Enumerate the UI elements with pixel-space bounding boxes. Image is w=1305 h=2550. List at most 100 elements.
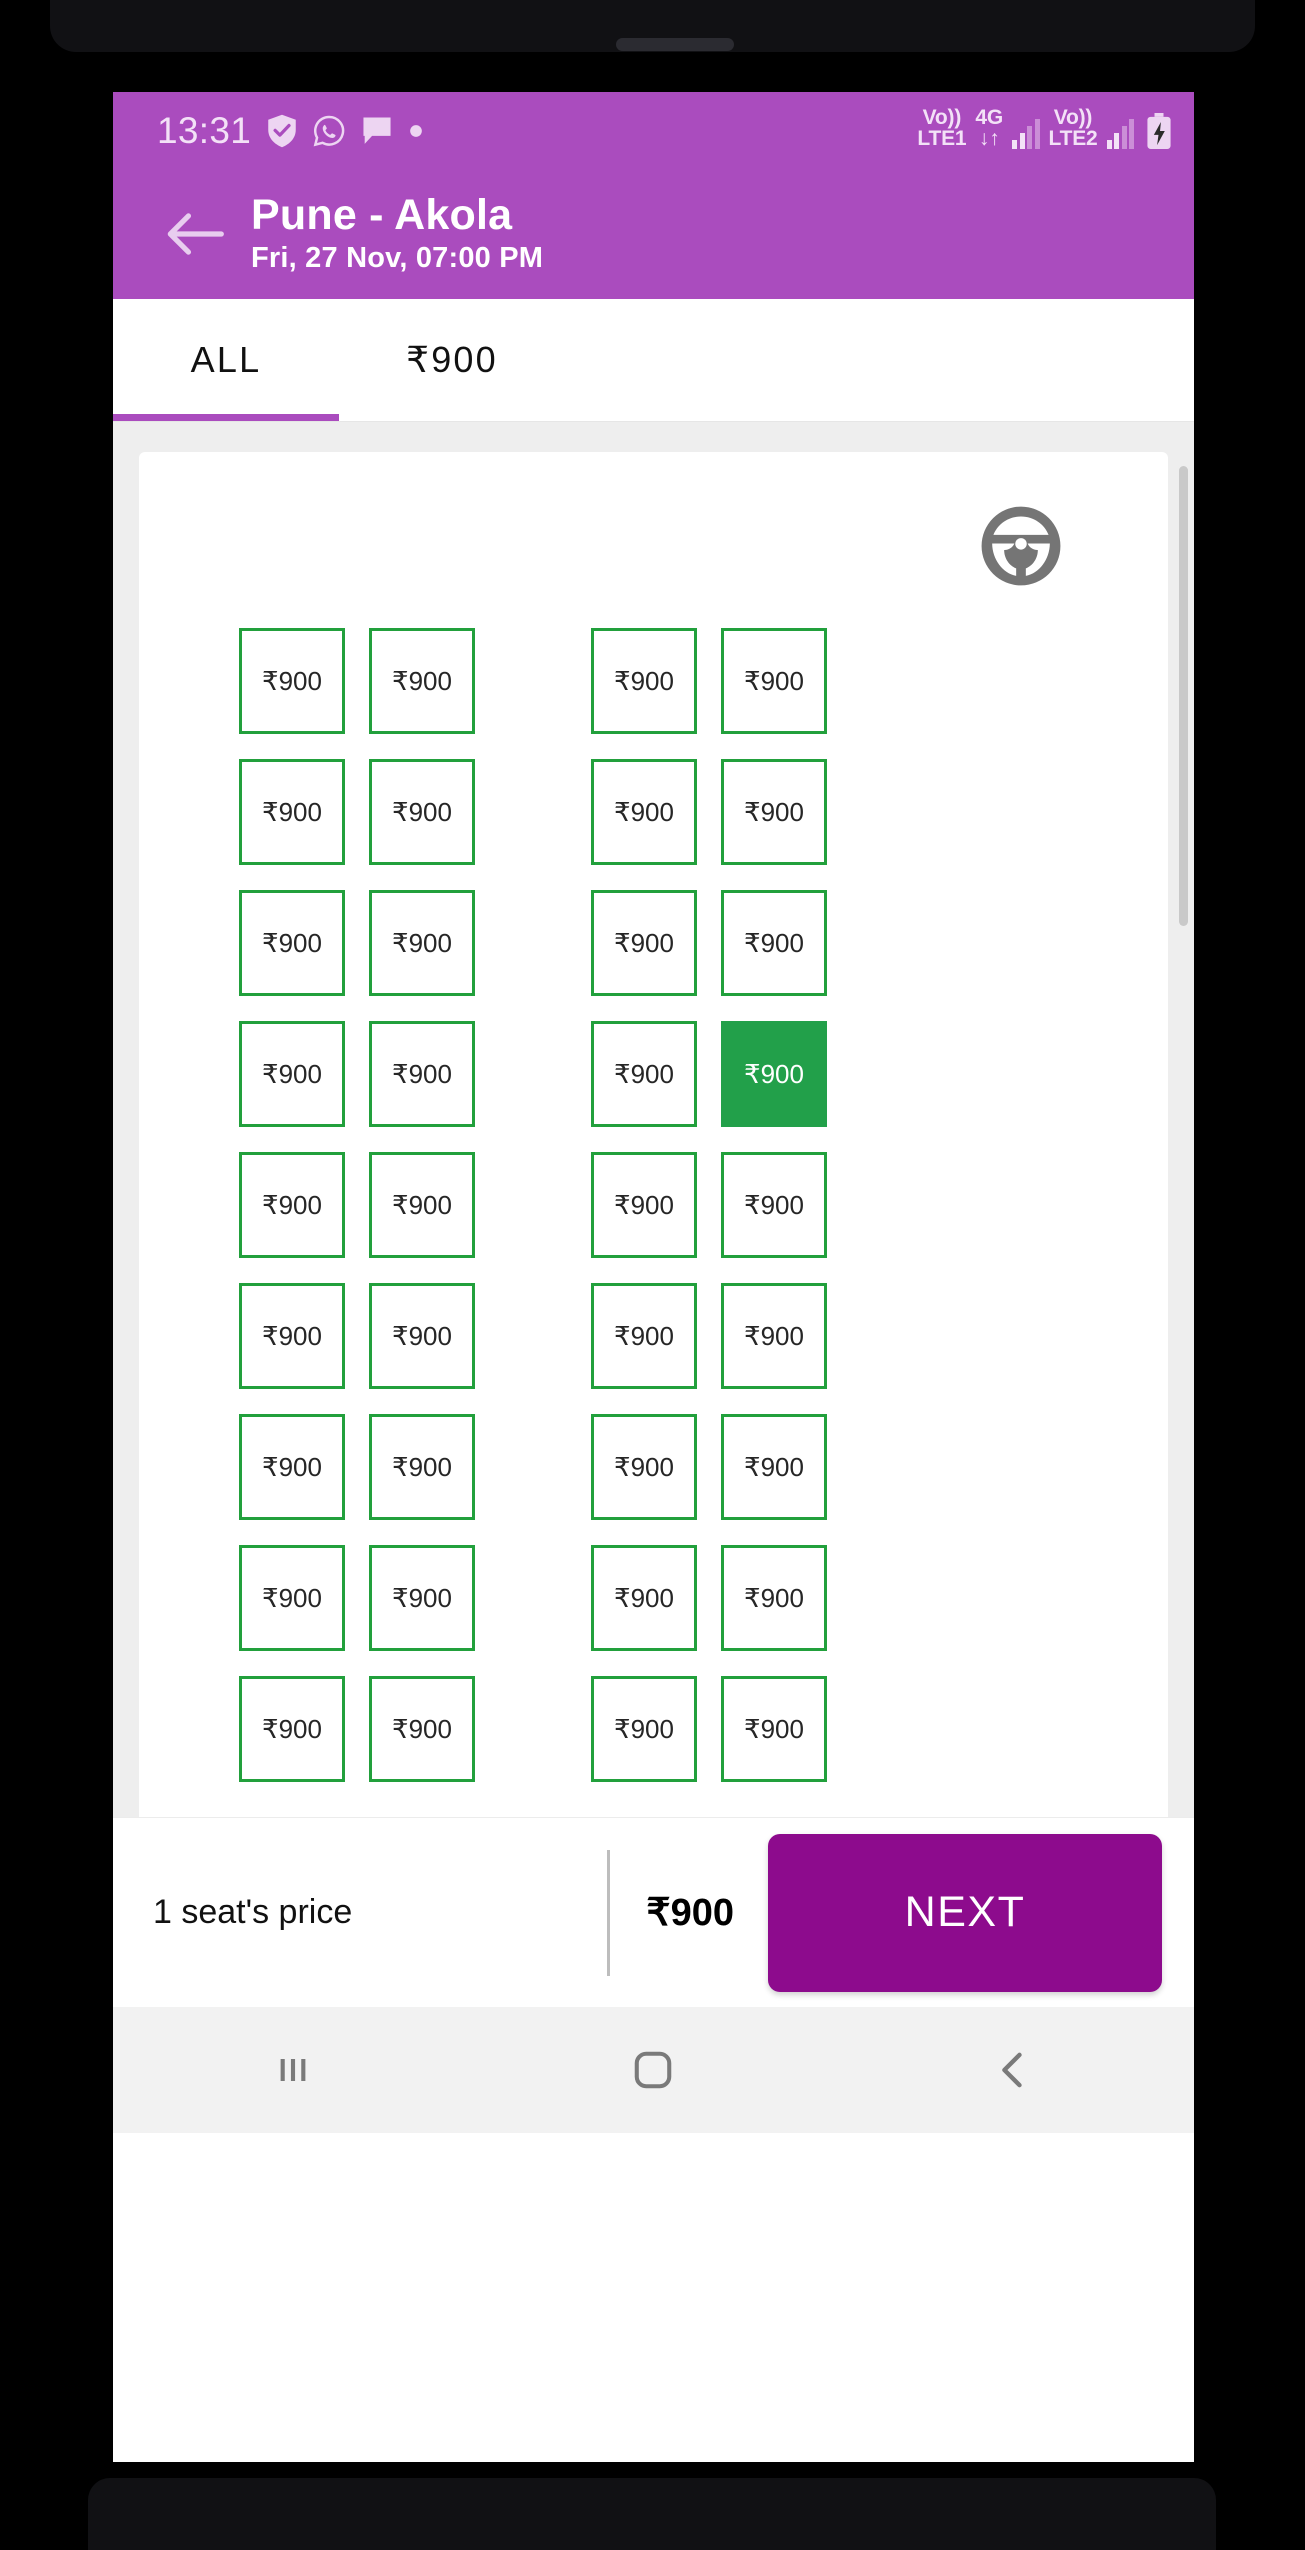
sim1-network-indicator: Vo)) LTE1 [917, 105, 966, 149]
seat-layout-scroll-area[interactable]: ₹900 ₹900 ₹900 ₹900 ₹900 ₹900 ₹900 ₹900 [113, 422, 1194, 1817]
seat-row: ₹900 ₹900 ₹900 ₹900 [239, 759, 1168, 865]
device-shell: 13:31 Vo)) LTE1 4G ↓↑ Vo)) LTE2 Pune - A… [0, 0, 1305, 2550]
seat[interactable]: ₹900 [239, 759, 345, 865]
seat[interactable]: ₹900 [721, 1152, 827, 1258]
sim1-volte-label: Vo)) [922, 105, 962, 129]
seat-row: ₹900 ₹900 ₹900 ₹900 [239, 890, 1168, 996]
data-type-label: 4G [975, 105, 1004, 129]
recents-icon [280, 2059, 306, 2081]
tab-all-label: ALL [190, 339, 262, 380]
seat[interactable]: ₹900 [369, 890, 475, 996]
back-icon [1001, 2052, 1022, 2088]
whatsapp-icon [313, 115, 345, 147]
status-bar-right: Vo)) LTE1 4G ↓↑ Vo)) LTE2 [917, 105, 1172, 153]
seat[interactable]: ₹900 [239, 1545, 345, 1651]
seat[interactable]: ₹900 [591, 1545, 697, 1651]
seat[interactable]: ₹900 [239, 1021, 345, 1127]
seat-scrollbar-thumb[interactable] [1179, 466, 1188, 926]
bus-deck-card: ₹900 ₹900 ₹900 ₹900 ₹900 ₹900 ₹900 ₹900 [139, 452, 1168, 1817]
arrow-left-icon [167, 213, 224, 255]
seat[interactable]: ₹900 [239, 628, 345, 734]
seat[interactable]: ₹900 [239, 1283, 345, 1389]
home-button[interactable] [583, 2007, 723, 2133]
seat[interactable]: ₹900 [239, 890, 345, 996]
android-nav-bar [113, 2007, 1194, 2133]
bottom-summary-bar: 1 seat's price ₹900 NEXT [113, 1817, 1194, 2007]
sim2-network-label: LTE2 [1048, 126, 1098, 150]
seat-row: ₹900 ₹900 ₹900 ₹900 [239, 1414, 1168, 1520]
seat-row: ₹900 ₹900 ₹900 ₹900 [239, 1021, 1168, 1127]
seat[interactable]: ₹900 [369, 1021, 475, 1127]
device-bezel-bottom [88, 2478, 1216, 2550]
seat[interactable]: ₹900 [591, 1021, 697, 1127]
earpiece-speaker [616, 38, 734, 51]
seat[interactable]: ₹900 [721, 1676, 827, 1782]
seat[interactable]: ₹900 [369, 1545, 475, 1651]
seat[interactable]: ₹900 [591, 759, 697, 865]
seat-row: ₹900 ₹900 ₹900 ₹900 [239, 628, 1168, 734]
seat-count-label: 1 seat's price [153, 1893, 353, 1931]
tab-active-indicator [113, 414, 339, 421]
seat[interactable]: ₹900 [369, 628, 475, 734]
seat[interactable]: ₹900 [369, 1676, 475, 1782]
journey-datetime: Fri, 27 Nov, 07:00 PM [251, 241, 544, 274]
recents-button[interactable] [223, 2007, 363, 2133]
seat[interactable]: ₹900 [591, 1676, 697, 1782]
total-price: ₹900 [646, 1892, 734, 1934]
dot-icon [409, 124, 423, 138]
aisle [499, 1467, 591, 1468]
back-button-nav[interactable] [944, 2007, 1084, 2133]
back-button[interactable] [153, 192, 237, 276]
message-icon [361, 116, 393, 146]
shield-check-icon [267, 114, 297, 148]
device-bezel-top [50, 0, 1255, 52]
seat[interactable]: ₹900 [369, 1414, 475, 1520]
seat-grid: ₹900 ₹900 ₹900 ₹900 ₹900 ₹900 ₹900 ₹900 [139, 628, 1168, 1782]
seat[interactable]: ₹900 [591, 1414, 697, 1520]
seat[interactable]: ₹900 [591, 628, 697, 734]
tab-price-900[interactable]: ₹900 [339, 299, 565, 421]
app-bar-titles: Pune - Akola Fri, 27 Nov, 07:00 PM [251, 193, 543, 274]
seat[interactable]: ₹900 [591, 1152, 697, 1258]
seat[interactable]: ₹900 [721, 628, 827, 734]
battery-charging-icon [1146, 113, 1172, 150]
seat[interactable]: ₹900 [721, 1283, 827, 1389]
seat[interactable]: ₹900 [591, 890, 697, 996]
sim2-network-indicator: Vo)) LTE2 [1048, 107, 1098, 150]
home-icon [635, 2051, 672, 2089]
seat[interactable]: ₹900 [721, 759, 827, 865]
seat[interactable]: ₹900 [369, 1283, 475, 1389]
seat[interactable]: ₹900 [239, 1152, 345, 1258]
seat[interactable]: ₹900 [591, 1283, 697, 1389]
seat[interactable]: ₹900 [239, 1676, 345, 1782]
aisle [499, 812, 591, 813]
seat[interactable]: ₹900 [721, 1414, 827, 1520]
seat-row: ₹900 ₹900 ₹900 ₹900 [239, 1152, 1168, 1258]
driver-area [139, 486, 1168, 606]
aisle [499, 1074, 591, 1075]
seat-selected[interactable]: ₹900 [721, 1021, 827, 1127]
aisle [499, 1598, 591, 1599]
tab-all[interactable]: ALL [113, 299, 339, 421]
aisle [499, 1205, 591, 1206]
seat-row: ₹900 ₹900 ₹900 ₹900 [239, 1283, 1168, 1389]
bottom-divider [607, 1849, 611, 1976]
app-bar: Pune - Akola Fri, 27 Nov, 07:00 PM [113, 169, 1194, 299]
sim1-signal-bars-icon [1012, 119, 1040, 150]
seat[interactable]: ₹900 [721, 890, 827, 996]
tab-price-900-label: ₹900 [406, 339, 498, 380]
seat[interactable]: ₹900 [239, 1414, 345, 1520]
seat-row: ₹900 ₹900 ₹900 ₹900 [239, 1545, 1168, 1651]
data-transfer-icon: ↓↑ [978, 126, 1000, 150]
next-button[interactable]: NEXT [768, 1833, 1162, 1992]
seat[interactable]: ₹900 [369, 759, 475, 865]
aisle [499, 681, 591, 682]
seat[interactable]: ₹900 [369, 1152, 475, 1258]
status-bar-left: 13:31 [157, 110, 423, 152]
steering-wheel-icon [981, 506, 1061, 586]
phone-screen: 13:31 Vo)) LTE1 4G ↓↑ Vo)) LTE2 Pune - A… [113, 92, 1194, 2462]
seat[interactable]: ₹900 [721, 1545, 827, 1651]
tab-bar: ALL ₹900 [113, 299, 1194, 422]
status-bar: 13:31 Vo)) LTE1 4G ↓↑ Vo)) LTE2 [113, 92, 1194, 169]
aisle [499, 1729, 591, 1730]
